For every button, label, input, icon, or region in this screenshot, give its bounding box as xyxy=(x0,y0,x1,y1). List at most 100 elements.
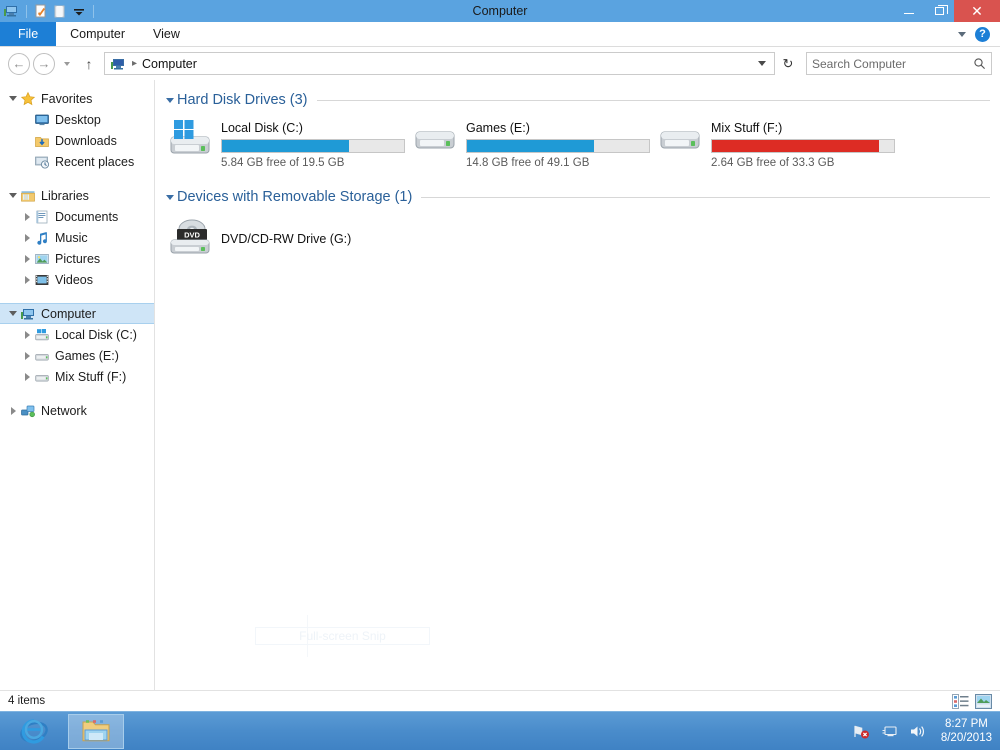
sidebar-item-games-e[interactable]: Games (E:) xyxy=(0,345,154,366)
sidebar-item-computer[interactable]: Computer xyxy=(0,303,154,324)
qat-separator-1 xyxy=(26,4,27,18)
taskbar-clock[interactable]: 8:27 PM 8/20/2013 xyxy=(937,717,992,745)
sidebar-label: Computer xyxy=(41,306,96,321)
sidebar-item-favorites[interactable]: Favorites xyxy=(0,88,154,109)
forward-button[interactable]: → xyxy=(33,52,55,75)
content-pane[interactable]: Hard Disk Drives (3) Local Disk (C:) 5.8… xyxy=(155,80,1000,690)
group-header-removable-storage[interactable]: Devices with Removable Storage (1) xyxy=(163,187,990,207)
close-icon: ✕ xyxy=(971,2,983,19)
computer-icon xyxy=(110,56,126,72)
group-collapse-icon[interactable] xyxy=(163,97,177,103)
search-box[interactable] xyxy=(806,52,992,75)
properties-icon[interactable] xyxy=(33,3,49,19)
sidebar-label: Mix Stuff (F:) xyxy=(55,369,127,384)
expand-twisty-icon[interactable] xyxy=(6,311,20,316)
taskbar-file-explorer[interactable] xyxy=(68,713,124,749)
group-divider xyxy=(421,196,990,198)
expand-twisty-icon[interactable] xyxy=(6,193,20,198)
downloads-icon xyxy=(34,133,50,149)
device-name: DVD/CD-RW Drive (G:) xyxy=(221,232,352,246)
item-count-label: 4 items xyxy=(8,695,46,707)
sidebar-item-desktop[interactable]: Desktop xyxy=(0,109,154,130)
collapse-twisty-icon[interactable] xyxy=(20,372,34,381)
collapse-twisty-icon[interactable] xyxy=(20,254,34,263)
sidebar-label: Downloads xyxy=(55,133,117,148)
expand-twisty-icon[interactable] xyxy=(6,96,20,101)
computer-icon[interactable] xyxy=(4,3,20,19)
sidebar-item-downloads[interactable]: Downloads xyxy=(0,130,154,151)
collapse-twisty-icon[interactable] xyxy=(20,275,34,284)
close-button[interactable]: ✕ xyxy=(954,0,1000,22)
capacity-bar-fill xyxy=(222,140,350,152)
system-drive-icon xyxy=(167,118,215,162)
chevron-down-icon[interactable] xyxy=(958,31,966,37)
recent-locations-button[interactable] xyxy=(60,61,74,66)
collapse-twisty-icon[interactable] xyxy=(20,330,34,339)
maximize-button[interactable] xyxy=(924,0,954,22)
tab-computer[interactable]: Computer xyxy=(56,22,139,46)
drive-info: Local Disk (C:) 5.84 GB free of 19.5 GB xyxy=(221,118,405,169)
breadcrumb-right xyxy=(754,53,770,74)
action-center-icon[interactable] xyxy=(881,723,898,740)
collapse-twisty-icon[interactable] xyxy=(20,212,34,221)
sidebar-item-videos[interactable]: Videos xyxy=(0,269,154,290)
drive-tile-mix-stuff-f[interactable]: Mix Stuff (F:) 2.64 GB free of 33.3 GB xyxy=(657,118,902,169)
new-folder-icon[interactable] xyxy=(52,3,68,19)
explorer-body: Favorites Desktop Downloads Recent place… xyxy=(0,80,1000,690)
videos-icon xyxy=(34,272,50,288)
recent-places-icon xyxy=(34,154,50,170)
sidebar-label: Favorites xyxy=(41,91,93,106)
drive-free-space: 14.8 GB free of 49.1 GB xyxy=(466,157,590,169)
sidebar-label: Games (E:) xyxy=(55,348,119,363)
system-drive-icon xyxy=(34,327,50,343)
refresh-button[interactable]: ↻ xyxy=(777,52,799,75)
sidebar-item-local-disk-c[interactable]: Local Disk (C:) xyxy=(0,324,154,345)
volume-icon[interactable] xyxy=(909,723,926,740)
minimize-button[interactable] xyxy=(894,0,924,22)
sidebar-item-network[interactable]: Network xyxy=(0,400,154,421)
collapse-twisty-icon[interactable] xyxy=(20,351,34,360)
network-disconnected-icon[interactable] xyxy=(853,723,870,740)
sidebar-item-recent-places[interactable]: Recent places xyxy=(0,151,154,172)
breadcrumb-computer[interactable]: Computer xyxy=(142,57,197,71)
star-icon xyxy=(20,91,36,107)
drive-tile-games-e[interactable]: Games (E:) 14.8 GB free of 49.1 GB xyxy=(412,118,657,169)
sidebar-gap-1 xyxy=(0,172,154,185)
navigation-pane[interactable]: Favorites Desktop Downloads Recent place… xyxy=(0,80,155,690)
sidebar-item-music[interactable]: Music xyxy=(0,227,154,248)
sidebar-label: Local Disk (C:) xyxy=(55,327,137,342)
drive-tile-local-disk-c[interactable]: Local Disk (C:) 5.84 GB free of 19.5 GB xyxy=(167,118,412,169)
search-input[interactable] xyxy=(812,56,973,71)
collapse-twisty-icon[interactable] xyxy=(6,406,20,415)
drive-info: Games (E:) 14.8 GB free of 49.1 GB xyxy=(466,118,650,169)
taskbar-internet-explorer[interactable] xyxy=(6,714,62,749)
collapse-twisty-icon[interactable] xyxy=(20,233,34,242)
breadcrumb-bar[interactable]: ▸ Computer xyxy=(104,52,775,75)
sidebar-item-pictures[interactable]: Pictures xyxy=(0,248,154,269)
customize-dropdown-icon[interactable] xyxy=(71,3,87,19)
sidebar-item-documents[interactable]: Documents xyxy=(0,206,154,227)
tab-view[interactable]: View xyxy=(139,22,194,46)
breadcrumb-dropdown-icon[interactable] xyxy=(754,53,770,74)
tab-file[interactable]: File xyxy=(0,22,57,46)
large-icons-view-button[interactable] xyxy=(975,693,992,709)
window-controls: ✕ xyxy=(894,0,1000,22)
network-icon xyxy=(20,403,36,419)
svg-text:DVD: DVD xyxy=(184,231,200,240)
quick-access-toolbar xyxy=(0,3,97,19)
documents-icon xyxy=(34,209,50,225)
search-icon xyxy=(974,58,985,69)
details-view-button[interactable] xyxy=(952,693,969,709)
sidebar-item-mix-stuff-f[interactable]: Mix Stuff (F:) xyxy=(0,366,154,387)
device-tile-dvd-drive[interactable]: DVD DVD/CD-RW Drive (G:) xyxy=(163,209,1000,261)
help-icon[interactable]: ? xyxy=(975,26,990,42)
up-button[interactable]: ↑ xyxy=(79,56,99,72)
sidebar-gap-2 xyxy=(0,290,154,303)
sidebar-item-libraries[interactable]: Libraries xyxy=(0,185,154,206)
sidebar-label: Recent places xyxy=(55,154,135,169)
sidebar-label: Libraries xyxy=(41,188,89,203)
group-collapse-icon[interactable] xyxy=(163,194,177,200)
back-button[interactable]: ← xyxy=(8,52,30,75)
drive-icon xyxy=(34,369,50,385)
group-header-hard-disk-drives[interactable]: Hard Disk Drives (3) xyxy=(163,90,990,110)
